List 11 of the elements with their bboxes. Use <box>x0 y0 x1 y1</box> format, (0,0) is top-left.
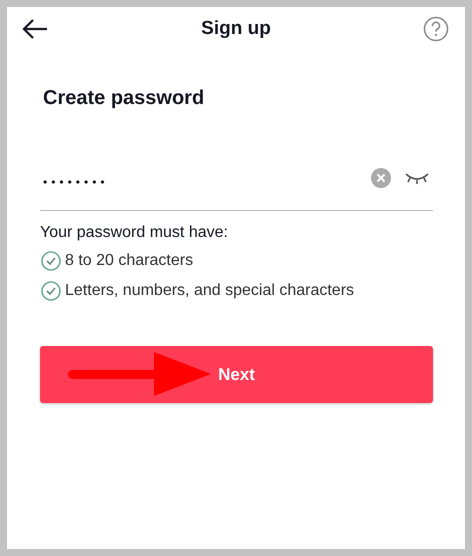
closed-eye-icon[interactable] <box>405 171 429 185</box>
back-arrow-icon[interactable] <box>21 18 49 40</box>
requirement-text: Letters, numbers, and special characters <box>65 282 354 300</box>
page-heading: Create password <box>43 87 206 110</box>
help-icon[interactable] <box>423 16 449 42</box>
requirement-text: 8 to 20 characters <box>65 252 194 270</box>
screen-title: Sign up <box>201 18 271 40</box>
password-dots: •••••••• <box>43 174 109 189</box>
requirements-title: Your password must have: <box>40 224 229 242</box>
next-button[interactable]: Next <box>40 346 433 403</box>
password-field[interactable]: •••••••• <box>40 146 433 211</box>
